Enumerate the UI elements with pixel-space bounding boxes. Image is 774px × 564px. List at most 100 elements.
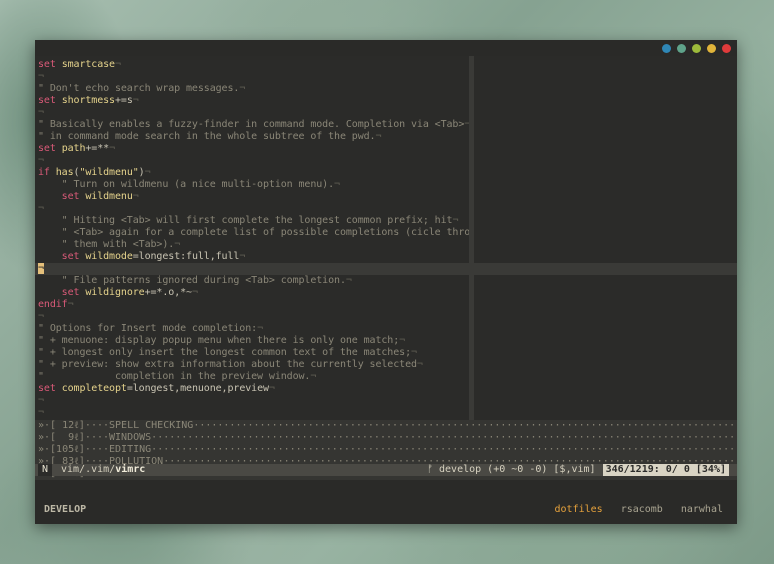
code-token: ¬	[114, 59, 121, 70]
editor-pane-left[interactable]: set smartcase¬ ¬ " Don't echo search wrap …	[35, 56, 469, 420]
code-token: +=*.o,*~	[144, 287, 192, 298]
code-line: ¬	[38, 71, 469, 83]
code-token: ¬	[38, 107, 44, 118]
code-line: " completion in the preview window.¬	[38, 371, 469, 383]
code-line: " in command mode search in the whole su…	[38, 131, 469, 143]
window-dot-blue[interactable]	[662, 44, 671, 53]
code-token: completeopt	[61, 383, 127, 394]
window-dot-yellow[interactable]	[707, 44, 716, 53]
code-token: " Basically enables a fuzzy-finder in co…	[38, 119, 465, 130]
code-line: ¬	[38, 203, 469, 215]
fold-label: »·[105ℓ]····EDITING	[38, 444, 152, 455]
text-cursor: ¬	[38, 263, 44, 274]
code-line: " Don't echo search wrap messages.¬	[38, 83, 469, 95]
code-token: " + menuone: display popup menu when the…	[38, 335, 400, 346]
code-token: set	[38, 251, 86, 262]
code-line: set smartcase¬	[38, 59, 469, 71]
vim-statusline: N vim/.vim/vimrc ᚠ develop (+0 ~0 -0) [$…	[35, 464, 737, 476]
editor-pane-right[interactable]	[474, 56, 737, 420]
code-token: " them with <Tab>).	[38, 239, 175, 250]
fold-fill: ········································…	[193, 420, 737, 431]
fold-fill: ········································…	[151, 444, 737, 455]
code-token: ¬	[38, 71, 44, 82]
code-token: path	[61, 143, 86, 154]
code-token: wildmode	[85, 251, 133, 262]
window-dot-red[interactable]	[722, 44, 731, 53]
code-line: ¬	[38, 263, 469, 275]
code-line: " <Tab> again for a complete list of pos…	[38, 227, 469, 239]
code-token: ¬	[452, 215, 459, 226]
code-token: ¬	[109, 143, 115, 154]
tmux-window-list: dotfiles rsacomb narwhal	[555, 496, 723, 524]
code-token: set	[38, 95, 62, 106]
code-token: " File patterns ignored during <Tab> com…	[38, 275, 346, 286]
code-token: " Options for Insert mode completion:	[38, 323, 258, 334]
code-line: ¬	[38, 155, 469, 167]
code-token: wildmenu	[85, 191, 133, 202]
code-token: " Don't echo search wrap messages.	[38, 83, 240, 94]
tmux-window-narwhal[interactable]: narwhal	[681, 496, 723, 524]
window-dot-teal[interactable]	[677, 44, 686, 53]
code-token: has	[55, 167, 74, 178]
code-token: ¬	[38, 395, 44, 406]
git-branch-status: ᚠ develop (+0 ~0 -0) [$,vim]	[427, 464, 596, 475]
code-token: set	[38, 287, 86, 298]
vim-editor[interactable]: set smartcase¬ ¬ " Don't echo search wrap …	[35, 56, 737, 480]
fold-fill: ········································…	[151, 432, 737, 443]
code-line: if has("wildmenu")¬	[38, 167, 469, 179]
code-line: ¬	[38, 107, 469, 119]
code-line: set path+=**¬	[38, 143, 469, 155]
fold-row[interactable]: »·[105ℓ]····EDITING·····················…	[35, 444, 737, 456]
code-token: endif	[38, 299, 68, 310]
code-line: " + menuone: display popup menu when the…	[38, 335, 469, 347]
file-path-dir: vim/.vim/	[61, 464, 116, 475]
title-bar	[35, 40, 737, 56]
terminal-window: set smartcase¬ ¬ " Don't echo search wrap …	[35, 40, 737, 524]
code-token: ¬	[411, 347, 417, 358]
code-line: " Options for Insert mode completion:¬	[38, 323, 469, 335]
fold-label: »·[ 9ℓ]····WINDOWS	[38, 432, 152, 443]
file-path: vim/.vim/vimrc	[61, 464, 145, 476]
code-token: ¬	[310, 371, 317, 382]
code-line: ¬	[38, 311, 469, 323]
code-token: =longest,menuone,preview	[126, 383, 269, 394]
code-line: " Turn on wildmenu (a nice multi-option …	[38, 179, 469, 191]
fold-row[interactable]: »·[ 12ℓ]····SPELL CHECKING··············…	[35, 420, 737, 432]
code-token: ¬	[268, 383, 275, 394]
code-token: "wildmenu"	[79, 167, 139, 178]
code-token: " <Tab> again for a complete list of pos…	[38, 227, 469, 238]
code-token: " in command mode search in the whole su…	[38, 131, 376, 142]
code-token: ¬	[38, 155, 44, 166]
code-token: " Turn on wildmenu (a nice multi-option …	[38, 179, 335, 190]
code-token: =longest:full,full	[132, 251, 240, 262]
code-token: if	[38, 167, 56, 178]
code-token: " completion in the preview window.	[38, 371, 311, 382]
code-line: set wildmode=longest:full,full¬	[38, 251, 469, 263]
code-line: " + longest only insert the longest comm…	[38, 347, 469, 359]
code-line: set wildignore+=*.o,*~¬	[38, 287, 469, 299]
tmux-window-rsacomb[interactable]: rsacomb	[621, 496, 663, 524]
cursor-position: 346/1219: 0/ 0 [34%]	[602, 464, 729, 476]
fold-label: »·[ 12ℓ]····SPELL CHECKING	[38, 420, 194, 431]
code-token: " + preview: show extra information abou…	[38, 359, 417, 370]
fold-row[interactable]: »·[ 9ℓ]····WINDOWS······················…	[35, 432, 737, 444]
code-line: " Basically enables a fuzzy-finder in co…	[38, 119, 469, 131]
code-token: ¬	[416, 359, 423, 370]
code-line: " + preview: show extra information abou…	[38, 359, 469, 371]
code-token: " Hitting <Tab> will first complete the …	[38, 215, 453, 226]
code-token: ¬	[257, 323, 263, 334]
code-token: ¬	[132, 191, 139, 202]
code-lines: set smartcase¬ ¬ " Don't echo search wrap …	[38, 59, 469, 419]
code-token: smartcase	[61, 59, 115, 70]
window-dot-green[interactable]	[692, 44, 701, 53]
tmux-window-dotfiles[interactable]: dotfiles	[555, 496, 603, 524]
code-token: set	[38, 59, 62, 70]
code-token: ¬	[174, 239, 181, 250]
mode-indicator: N	[38, 464, 53, 476]
code-line: " File patterns ignored during <Tab> com…	[38, 275, 469, 287]
file-path-name: vimrc	[115, 464, 146, 475]
code-token: ¬	[38, 311, 44, 322]
code-token: set	[38, 383, 62, 394]
code-token: ¬	[144, 167, 151, 178]
code-token: ¬	[191, 287, 198, 298]
